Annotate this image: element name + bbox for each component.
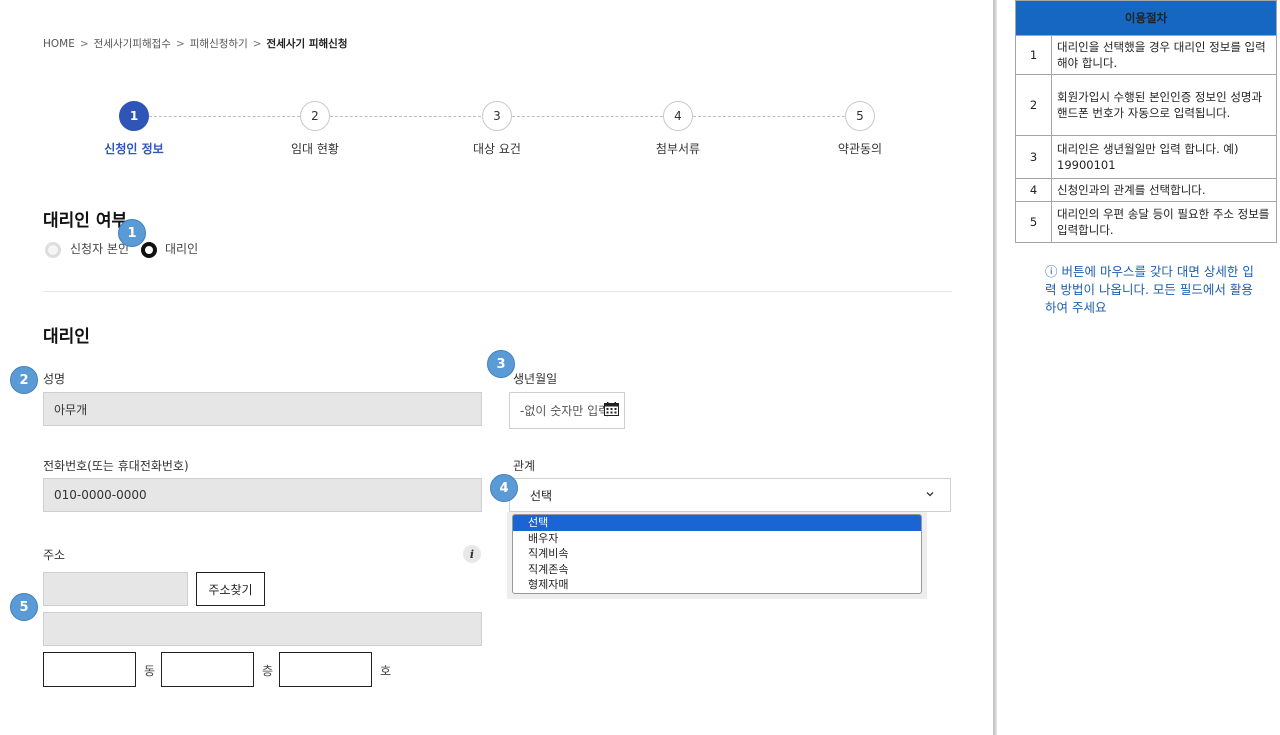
help-note: ⓘ 버튼에 마우스를 갖다 대면 상세한 입력 방법이 나옵니다. 모든 필드에… [1045,264,1254,315]
relation-option[interactable]: 배우자 [513,531,921,547]
procedure-row-text: 대리인은 생년월일만 입력 합니다. 예) 19900101 [1051,135,1277,179]
procedure-title: 이용절차 [1015,0,1277,36]
step-connector [149,116,300,117]
relation-option[interactable]: 형제자매 [513,577,921,593]
step-2-label: 임대 현황 [291,142,339,156]
address-label: 주소 [43,548,66,562]
name-label: 성명 [43,372,66,386]
address-input[interactable] [43,612,482,646]
annotation-badge-1: 1 [118,219,146,247]
step-1-circle: 1 [119,101,149,131]
procedure-row-num: 3 [1015,135,1052,179]
step-connector [693,116,845,117]
form-page: HOME > 전세사기피해접수 > 피해신청하기 > 전세사기 피해신청 1 2 3 4 5… [0,0,995,735]
radio-self[interactable] [45,242,61,258]
step-connector [330,116,481,117]
calendar-icon[interactable] [604,402,619,416]
procedure-row-num: 5 [1015,201,1052,243]
section-divider [43,291,952,292]
panel-divider [993,0,997,735]
proxy-section-title: 대리인 여부 [43,211,128,231]
annotation-badge-3: 3 [487,350,515,378]
breadcrumb: HOME > 전세사기피해접수 > 피해신청하기 > 전세사기 피해신청 [43,38,348,50]
phone-label: 전화번호(또는 휴대전화번호) [43,459,189,473]
relation-option[interactable]: 직계존속 [513,562,921,578]
step-3-label: 대상 요건 [473,142,521,156]
step-4-label: 첨부서류 [655,142,701,156]
birth-label: 생년월일 [513,372,558,386]
step-3-circle: 3 [482,101,512,131]
procedure-table: 이용절차 1 대리인을 선택했을 경우 대리인 정보를 입력해야 합니다. 2 … [1015,0,1277,243]
step-connector [512,116,663,117]
step-4-circle: 4 [663,101,693,131]
ho-unit: 호 [380,664,392,678]
ho-input[interactable] [279,652,372,687]
step-1-label: 신청인 정보 [104,142,164,156]
info-icon[interactable]: i [463,545,481,563]
radio-self-label[interactable]: 신청자 본인 [70,240,129,257]
postcode-input[interactable] [43,572,188,606]
procedure-row-num: 1 [1015,35,1052,75]
relation-option[interactable]: 선택 [513,515,921,531]
phone-input[interactable]: 010-0000-0000 [43,478,482,512]
procedure-row-num: 2 [1015,74,1052,136]
breadcrumb-home[interactable]: HOME [43,38,75,50]
floor-unit: 층 [262,664,274,678]
floor-input[interactable] [161,652,254,687]
annotation-badge-2: 2 [10,366,38,394]
address-search-button[interactable]: 주소찾기 [196,572,265,606]
dong-input[interactable] [43,652,136,687]
radio-agent[interactable] [141,242,157,258]
relation-label: 관계 [513,459,536,473]
chevron-down-icon[interactable] [924,488,936,500]
relation-select[interactable]: 선택 [509,478,951,512]
procedure-row-text: 회원가입시 수행된 본인인증 정보인 성명과 핸드폰 번호가 자동으로 입력됩니… [1051,74,1277,136]
name-input[interactable]: 아무개 [43,392,482,426]
dong-unit: 동 [144,664,156,678]
breadcrumb-item[interactable]: 피해신청하기 [190,38,248,50]
radio-agent-label[interactable]: 대리인 [165,240,198,257]
procedure-row-num: 4 [1015,178,1052,202]
step-5-label: 약관동의 [837,142,883,156]
breadcrumb-current: 전세사기 피해신청 [266,38,348,50]
procedure-row-text: 대리인을 선택했을 경우 대리인 정보를 입력해야 합니다. [1051,35,1277,75]
step-5-circle: 5 [845,101,875,131]
annotation-badge-5: 5 [10,593,38,621]
annotation-badge-4: 4 [490,474,518,502]
relation-option[interactable]: 직계비속 [513,546,921,562]
breadcrumb-item[interactable]: 전세사기피해접수 [94,38,171,50]
procedure-row-text: 신청인과의 관계를 선택합니다. [1051,178,1277,202]
procedure-row-text: 대리인의 우편 송달 등이 필요한 주소 정보를 입력합니다. [1051,201,1277,243]
agent-section-title: 대리인 [43,327,90,347]
step-2-circle: 2 [300,101,330,131]
relation-dropdown: 선택 배우자 직계비속 직계존속 형제자매 [512,514,922,594]
